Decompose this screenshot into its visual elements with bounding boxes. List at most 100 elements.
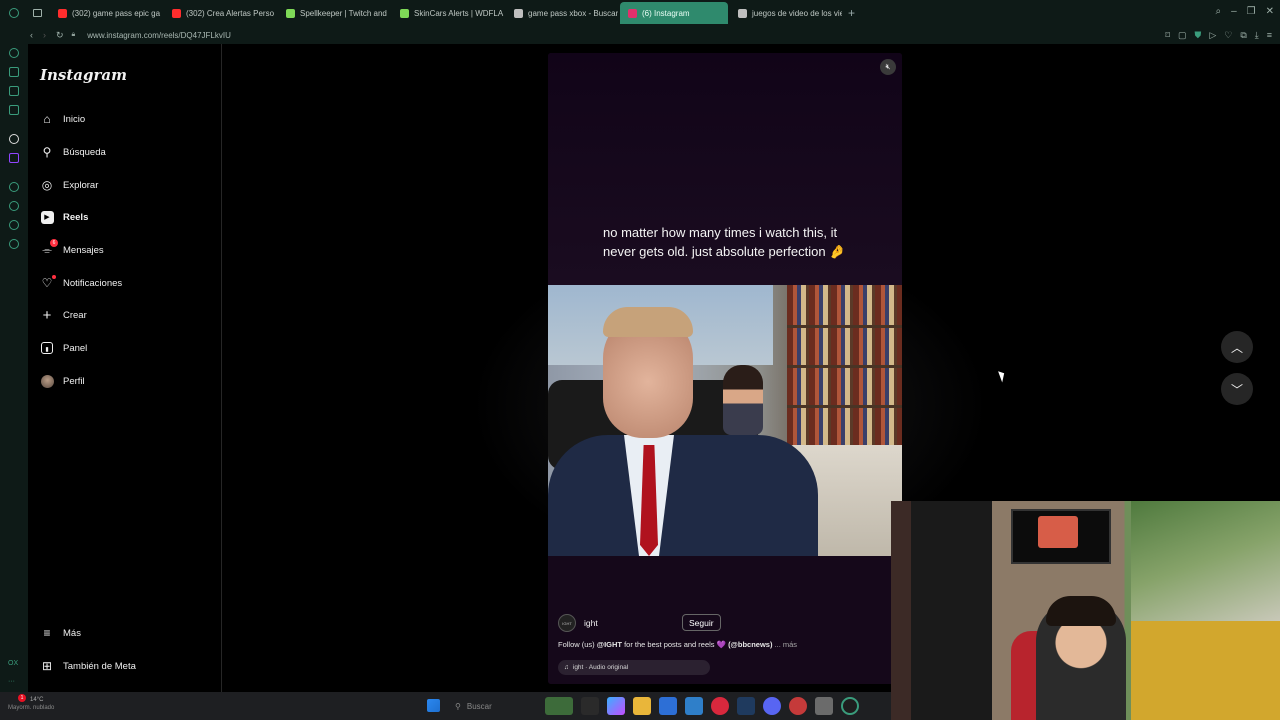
- taskbar-app-other-icon[interactable]: [789, 697, 807, 715]
- taskbar-app-copilot-icon[interactable]: [607, 697, 625, 715]
- taskbar-app-widgets-icon[interactable]: [545, 697, 573, 715]
- nav-busqueda[interactable]: ⚲ Búsqueda: [40, 145, 106, 159]
- previous-reel-button[interactable]: ︿: [1221, 331, 1253, 363]
- minimize-button[interactable]: –: [1231, 6, 1237, 17]
- sidebar-player-icon[interactable]: [9, 182, 19, 192]
- handle-link[interactable]: @IGHT: [597, 640, 622, 649]
- sidebar-extensions-icon[interactable]: [9, 220, 19, 230]
- nav-crear[interactable]: + Crear: [40, 306, 87, 324]
- child-figure: [723, 365, 763, 435]
- snapshot-icon[interactable]: ▢: [1178, 30, 1187, 41]
- sidebar-pin-icon[interactable]: [9, 86, 19, 96]
- nav-mensajes[interactable]: ⌯ 6 Mensajes: [40, 239, 104, 257]
- nav-reels[interactable]: ▶ Reels: [40, 210, 88, 224]
- nav-tambien-de-meta[interactable]: ⊞ También de Meta: [40, 659, 136, 673]
- more-link[interactable]: ... más: [772, 640, 798, 649]
- nav-perfil[interactable]: Perfil: [40, 374, 85, 388]
- avatar: [40, 374, 54, 388]
- taskbar-app-files-icon[interactable]: [633, 697, 651, 715]
- sidebar-ai-icon[interactable]: [9, 48, 19, 58]
- opera-logo-icon[interactable]: [9, 8, 19, 18]
- reel-caption: no matter how many times i watch this, i…: [603, 225, 846, 259]
- messages-badge: 6: [50, 239, 58, 247]
- nav-notificaciones[interactable]: ♡ Notificaciones: [40, 275, 122, 290]
- search-icon: ⚲: [455, 701, 461, 711]
- sidebar-history-icon[interactable]: [9, 201, 19, 211]
- webcam-overlay: [891, 501, 1280, 720]
- weather-widget[interactable]: 1 14°C Mayorm. nublado: [8, 694, 54, 712]
- nav-inicio[interactable]: ⌂ Inicio: [40, 112, 85, 126]
- new-tab-button[interactable]: +: [848, 6, 855, 20]
- back-button[interactable]: ‹: [30, 30, 33, 41]
- reel-info: IGHT ight · Seguir Follow (us) @IGHT for…: [548, 556, 902, 684]
- sidebar-tool-icon[interactable]: [9, 67, 19, 77]
- download-icon[interactable]: ⤓: [1255, 30, 1259, 41]
- tab-favicon-icon: [58, 8, 67, 18]
- taskbar-app-steam-icon[interactable]: [737, 697, 755, 715]
- forward-button[interactable]: ›: [43, 30, 46, 41]
- reload-button[interactable]: ↻: [56, 30, 64, 41]
- taskbar-app-explorer-icon[interactable]: [581, 697, 599, 715]
- tab-label: game pass xbox - Buscar: [528, 8, 618, 18]
- taskbar-app-settings-icon[interactable]: [815, 697, 833, 715]
- search-tabs-icon[interactable]: ⌕: [1215, 6, 1221, 17]
- notification-dot: [52, 275, 56, 279]
- reel-description: Follow (us) @IGHT for the best posts and…: [558, 640, 798, 649]
- browser-tab[interactable]: (302) game pass epic ga: [50, 2, 162, 24]
- menu-icon[interactable]: ≡: [1267, 30, 1272, 41]
- browser-tab[interactable]: Spellkeeper | Twitch and: [278, 2, 390, 24]
- taskbar-app-discord-icon[interactable]: [763, 697, 781, 715]
- nav-explorar[interactable]: ◎ Explorar: [40, 178, 99, 192]
- browser-tab[interactable]: juegos de video de los vie: [730, 2, 842, 24]
- reel-player[interactable]: 🔇︎ no matter how many times i watch this…: [548, 53, 902, 684]
- reel-video[interactable]: [548, 285, 902, 556]
- tab-label: (302) Crea Alertas Perso: [186, 8, 275, 18]
- chart-icon: ▮: [40, 341, 54, 355]
- browser-tab[interactable]: (6) Instagram: [620, 2, 728, 24]
- next-reel-button[interactable]: ﹀: [1221, 373, 1253, 405]
- bookshelf: [787, 285, 902, 445]
- tab-favicon-icon: [172, 8, 181, 18]
- instagram-logo[interactable]: Instagram: [40, 66, 127, 84]
- audio-chip[interactable]: ♫ ight · Audio original: [558, 660, 710, 675]
- favorites-heart-icon[interactable]: ♡: [1224, 30, 1232, 41]
- vpn-shield-icon[interactable]: ⛊: [1195, 30, 1202, 41]
- browser-tab[interactable]: (302) Crea Alertas Perso: [164, 2, 276, 24]
- mouse-cursor: [998, 369, 1007, 383]
- sidebar-twitch-icon[interactable]: [9, 153, 19, 163]
- instagram-sidebar: Instagram ⌂ Inicio ⚲ Búsqueda ◎ Explorar…: [28, 44, 222, 692]
- grid-icon: ⊞: [41, 659, 53, 673]
- taskbar-search[interactable]: ⚲ Buscar: [447, 697, 537, 715]
- taskbar-app-store-icon[interactable]: [659, 697, 677, 715]
- maximize-button[interactable]: ❐: [1247, 6, 1256, 17]
- nav-panel[interactable]: ▮ Panel: [40, 341, 87, 355]
- mute-icon[interactable]: 🔇︎: [880, 59, 896, 75]
- account-avatar[interactable]: IGHT: [558, 614, 576, 632]
- plus-icon: +: [42, 306, 52, 324]
- taskbar-app-operagx-icon[interactable]: [841, 697, 859, 715]
- taskbar-app-vscode-icon[interactable]: [685, 697, 703, 715]
- url-field[interactable]: www.instagram.com/reels/DQ47JFLkvIU: [87, 31, 231, 40]
- handle-link-2[interactable]: (@bbcnews): [728, 640, 772, 649]
- extensions-icon[interactable]: ⧉: [1240, 30, 1246, 41]
- browser-tab[interactable]: game pass xbox - Buscar: [506, 2, 618, 24]
- close-window-button[interactable]: ✕: [1266, 6, 1274, 17]
- sidebar-ox-icon[interactable]: OX: [8, 660, 18, 670]
- bookmark-icon[interactable]: ⌑: [1165, 30, 1170, 41]
- reel-account[interactable]: IGHT ight ·: [558, 614, 689, 632]
- windows-start-icon[interactable]: [427, 699, 440, 712]
- browser-tab[interactable]: SkinCars Alerts | WDFLA: [392, 2, 504, 24]
- follow-button[interactable]: Seguir: [682, 614, 721, 631]
- account-name[interactable]: ight: [584, 618, 598, 628]
- sidebar-notes-icon[interactable]: [9, 105, 19, 115]
- sidebar-instagram-icon[interactable]: [9, 134, 19, 144]
- man-hair: [603, 307, 693, 337]
- taskbar-app-opera-icon[interactable]: [711, 697, 729, 715]
- tab-list-icon[interactable]: [33, 9, 42, 17]
- sidebar-more-icon[interactable]: ···: [8, 678, 18, 688]
- browser-sidebar: OX ···: [0, 44, 28, 692]
- sidebar-settings-icon[interactable]: [9, 239, 19, 249]
- address-bar: ‹ › ↻ 🔒︎ www.instagram.com/reels/DQ47JFL…: [0, 26, 1280, 44]
- nav-mas[interactable]: ≡ Más: [40, 626, 80, 640]
- player-icon[interactable]: ▷: [1209, 30, 1216, 41]
